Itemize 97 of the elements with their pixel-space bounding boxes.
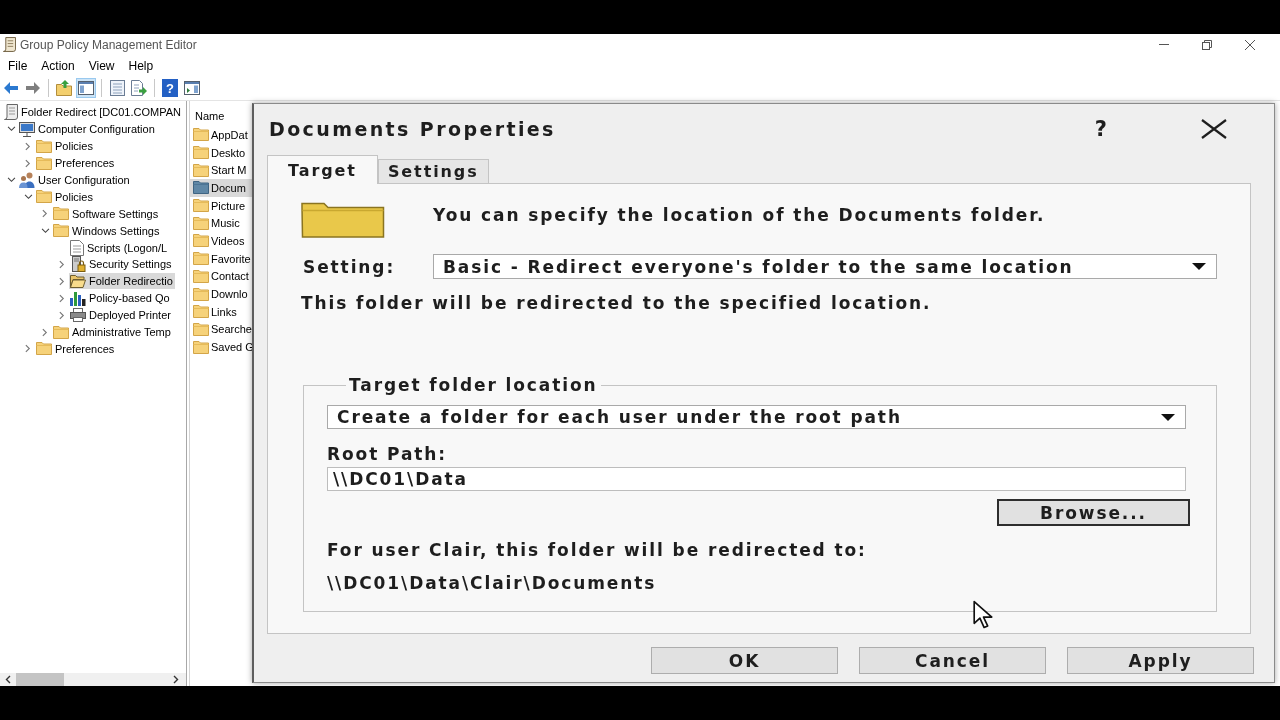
preview-label: For user Clair, this folder will be redirected to: [327,540,868,560]
tree-item[interactable]: Windows Settings [52,222,162,239]
chevron-left-icon[interactable] [5,675,11,684]
dialog-button[interactable]: Apply [1067,647,1254,674]
tree-item[interactable]: Administrative Temp [52,324,173,340]
intro-text: You can specify the location of the Documents folder. [433,205,1046,225]
folder-icon [36,190,52,204]
caret-down-icon [1161,413,1175,421]
menu-item[interactable]: Action [34,56,82,75]
list-item[interactable]: Deskto [190,143,252,162]
folder-icon [53,325,69,339]
chevron-down-icon[interactable] [6,177,16,183]
close-icon [1201,119,1227,139]
users-icon [19,172,35,188]
minimize-icon [1158,44,1169,45]
tab[interactable]: Settings [377,159,489,183]
folder-icon [301,202,385,238]
tree-item[interactable]: Scripts (Logon/L [69,239,170,256]
folder-icon [193,287,209,301]
tree-item[interactable]: Computer Configuration [18,121,157,138]
chevron-down-icon[interactable] [23,193,33,200]
list-item[interactable]: Start M [190,161,252,180]
tab[interactable]: Target [267,155,378,184]
help-button[interactable]: ? [1091,117,1110,141]
tree-item[interactable]: Preferences [35,340,117,357]
document-icon [70,239,84,256]
list-item[interactable]: Favorite [190,249,252,268]
tree-item[interactable]: Policy-based Qo [69,290,172,307]
dialog-title: Documents Properties [269,118,556,140]
close-icon [1244,39,1255,50]
folder-icon [193,340,209,354]
folder-icon [193,322,209,336]
help-button[interactable]: ? [162,79,178,97]
preview-path: \\DC01\Data\Clair\Documents [327,573,658,593]
group-box-title: Target folder location [348,375,599,395]
tree-item[interactable]: Deployed Printer [69,307,173,324]
list-item[interactable]: Searche [190,320,252,339]
column-header[interactable]: Name [190,106,252,126]
caret-down-icon [1192,263,1206,270]
list-item[interactable]: AppDat [190,126,252,144]
horizontal-scrollbar[interactable] [0,673,186,686]
tree-item[interactable]: Policies [35,188,95,205]
mouse-pointer-icon [972,600,994,629]
folder-icon [36,342,52,356]
list-item[interactable]: Docum [190,179,252,197]
description-text: This folder will be redirected to the specified location. [301,293,933,313]
target-dropdown[interactable]: Create a folder for each user under the root path [327,405,1186,429]
window-title: Group Policy Management Editor [20,37,197,52]
setting-label: Setting: [302,256,397,277]
folder-icon [53,224,69,238]
browse-button[interactable]: Browse... [997,499,1190,526]
chevron-down-icon[interactable] [6,126,16,133]
folder-icon [193,128,209,142]
chevron-right-icon[interactable] [173,675,179,684]
tree-item[interactable]: Preferences [35,155,117,172]
folder-icon [193,146,209,160]
tree-item[interactable]: Software Settings [52,205,161,222]
list-item[interactable]: Contact [190,267,252,286]
folder-icon [193,199,209,213]
open-folder-icon [70,274,86,288]
root-path-field[interactable]: \\DC01\Data [327,467,1186,491]
list-item[interactable]: Links [190,302,252,321]
restore-icon [1201,39,1212,50]
list-item[interactable]: Downlo [190,285,252,303]
tree-item[interactable]: Folder Redirect [DC01.COMPAN [3,104,183,121]
folder-icon [193,234,209,248]
tree-item[interactable]: Policies [35,138,95,155]
tree-item[interactable]: Security Settings [69,256,174,273]
folder-icon [193,269,209,283]
root-path-label: Root Path: [327,444,448,464]
menu-item[interactable]: File [1,56,35,75]
dialog-button[interactable]: Cancel [859,647,1046,674]
tree-item[interactable]: User Configuration [18,172,132,188]
scroll-icon [4,104,18,121]
folder-icon [36,156,52,170]
computer-icon [19,121,35,137]
server-lock-icon [70,256,86,273]
folder-icon [193,252,209,266]
list-item[interactable]: Picture [190,196,252,215]
menu-item[interactable]: View [81,56,122,75]
folder-icon [53,207,69,221]
scrollbar-thumb[interactable] [16,673,64,686]
scroll-icon [3,37,16,52]
printer-icon [70,308,86,323]
bar-chart-icon [70,290,86,307]
folder-icon [193,181,209,195]
folder-icon [193,163,209,177]
list-item[interactable]: Videos [190,232,252,250]
chevron-down-icon[interactable] [40,227,50,234]
tree-item[interactable]: Folder Redirectio [69,273,175,290]
folder-icon [193,216,209,230]
folder-icon [36,139,52,153]
setting-dropdown[interactable]: Basic - Redirect everyone's folder to the same location [433,254,1217,279]
folder-icon [193,305,209,319]
dialog-button[interactable]: OK [651,647,838,674]
list-item[interactable]: Music [190,214,252,233]
menu-item[interactable]: Help [121,56,161,75]
